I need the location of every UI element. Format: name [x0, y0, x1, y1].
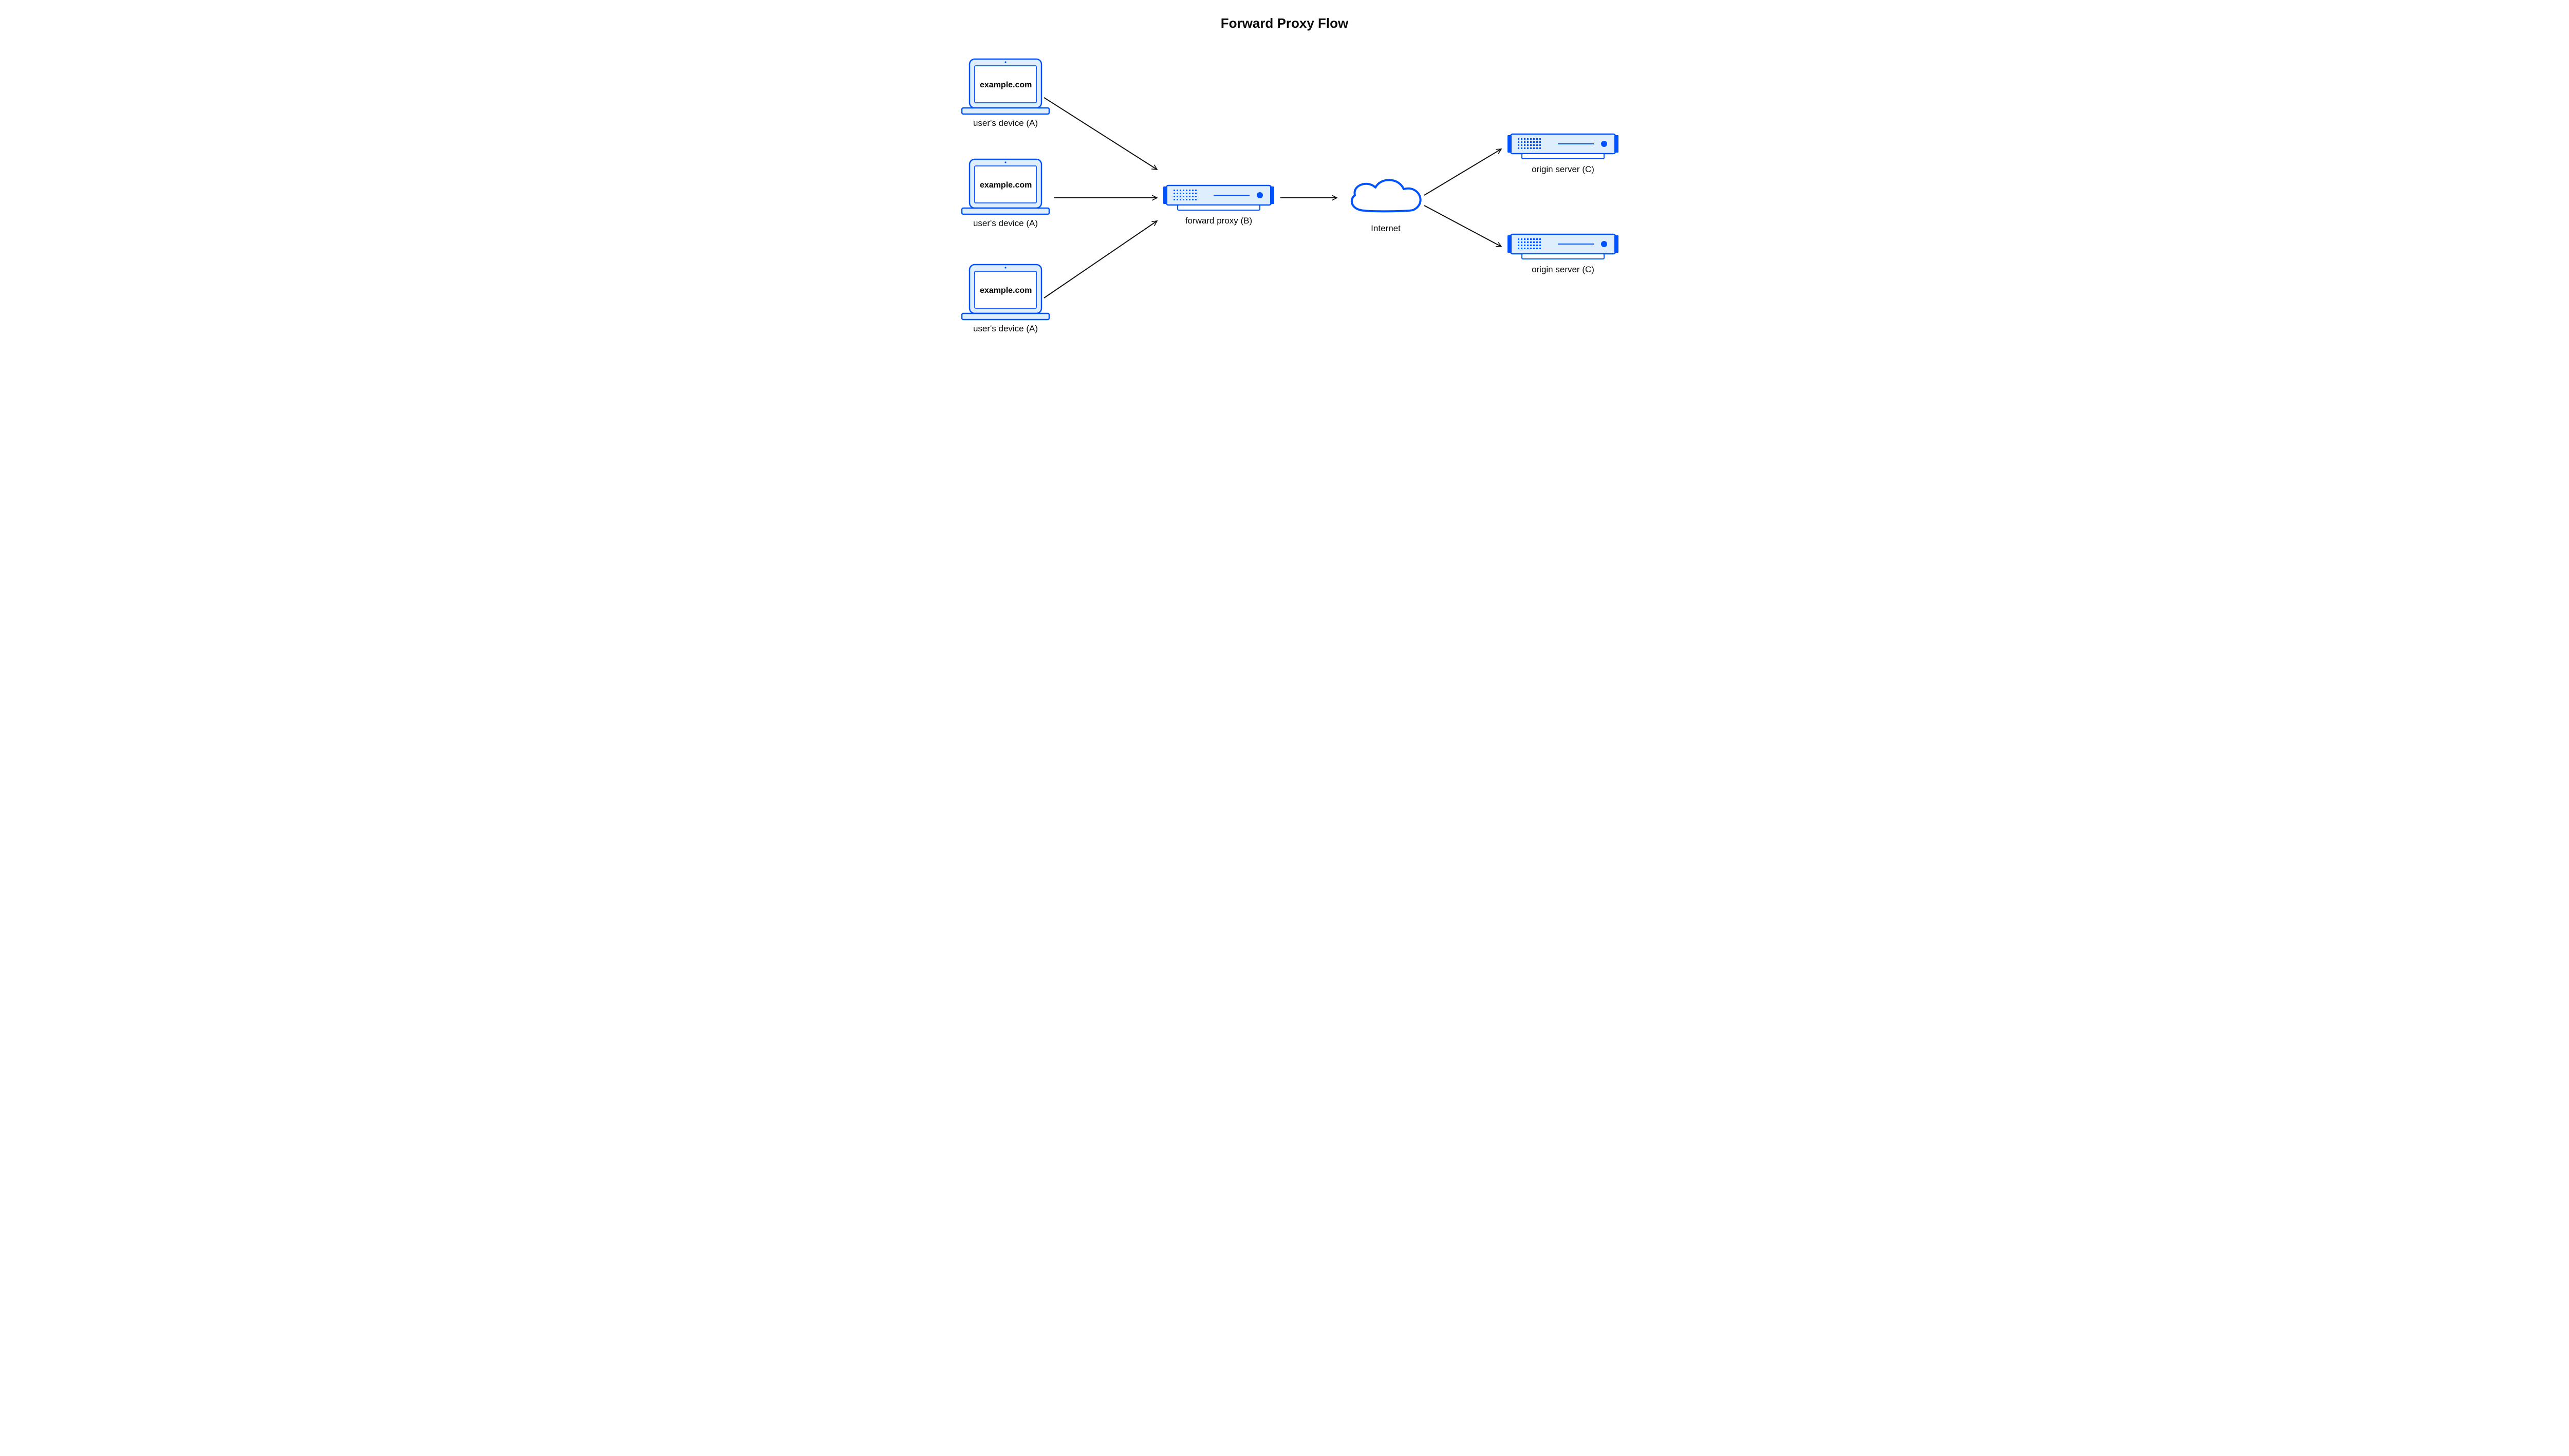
server-icon — [1506, 131, 1619, 162]
node-internet: Internet — [1342, 175, 1429, 234]
node-origin-server-1: origin server (C) — [1506, 131, 1619, 175]
node-label-origin2: origin server (C) — [1506, 265, 1619, 275]
laptop-screen-text: example.com — [980, 181, 1032, 190]
cloud-icon — [1342, 175, 1429, 221]
edge-internet-origin1 — [1424, 149, 1501, 195]
node-forward-proxy: forward proxy (B) — [1162, 182, 1275, 226]
node-label-internet: Internet — [1342, 223, 1429, 234]
diagram-title: Forward Proxy Flow — [910, 15, 1659, 31]
server-icon — [1506, 231, 1619, 262]
laptop-icon: example.com — [959, 57, 1052, 118]
node-label-proxy: forward proxy (B) — [1162, 216, 1275, 226]
laptop-screen-text: example.com — [980, 81, 1032, 89]
edge-user3-proxy — [1044, 221, 1157, 298]
edge-internet-origin2 — [1424, 206, 1501, 247]
node-user-device-1: example.com user's device (A) — [957, 57, 1054, 128]
server-icon — [1162, 182, 1275, 213]
node-origin-server-2: origin server (C) — [1506, 231, 1619, 275]
edge-user1-proxy — [1044, 98, 1157, 170]
laptop-icon: example.com — [959, 262, 1052, 324]
node-label-user2: user's device (A) — [957, 218, 1054, 229]
node-user-device-2: example.com user's device (A) — [957, 157, 1054, 229]
laptop-icon: example.com — [959, 157, 1052, 218]
node-label-user1: user's device (A) — [957, 118, 1054, 128]
laptop-screen-text: example.com — [980, 286, 1032, 295]
diagram-canvas: Forward Proxy Flow example.com user's de… — [910, 0, 1659, 374]
node-label-origin1: origin server (C) — [1506, 164, 1619, 175]
node-label-user3: user's device (A) — [957, 324, 1054, 334]
node-user-device-3: example.com user's device (A) — [957, 262, 1054, 334]
